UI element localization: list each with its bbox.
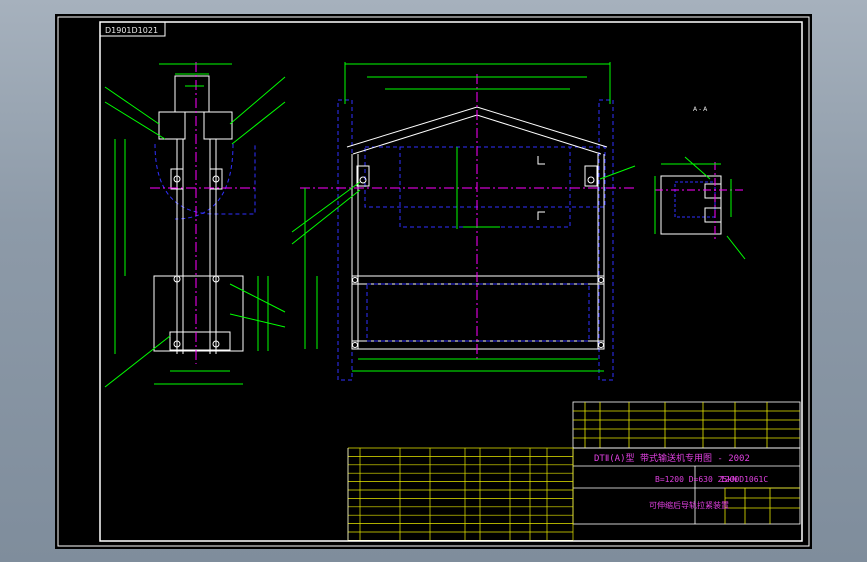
drawing-code-box: D1901D1021 (99, 21, 166, 37)
part-code: 1200D1061C (720, 475, 768, 484)
side-view (104, 62, 286, 388)
machine-title: DTⅡ(A)型 带式输送机专用图 - 2002 (594, 452, 750, 464)
assembly-name: 可伸缩后导轨拉紧装置 (649, 500, 729, 510)
drawing-code: D1901D1021 (105, 26, 158, 35)
revision-block (572, 401, 801, 449)
cad-drawing-canvas[interactable]: D1901D1021 A - A DTⅡ(A)型 带式输送机专用图 - 2002… (55, 14, 812, 549)
section-view: A - A (654, 106, 746, 260)
cad-viewport[interactable]: D1901D1021 A - A DTⅡ(A)型 带式输送机专用图 - 2002… (55, 14, 812, 549)
parts-list (347, 447, 574, 541)
sheet-outer-frame (57, 16, 810, 547)
section-label: A - A (693, 106, 708, 113)
front-view (291, 62, 637, 381)
